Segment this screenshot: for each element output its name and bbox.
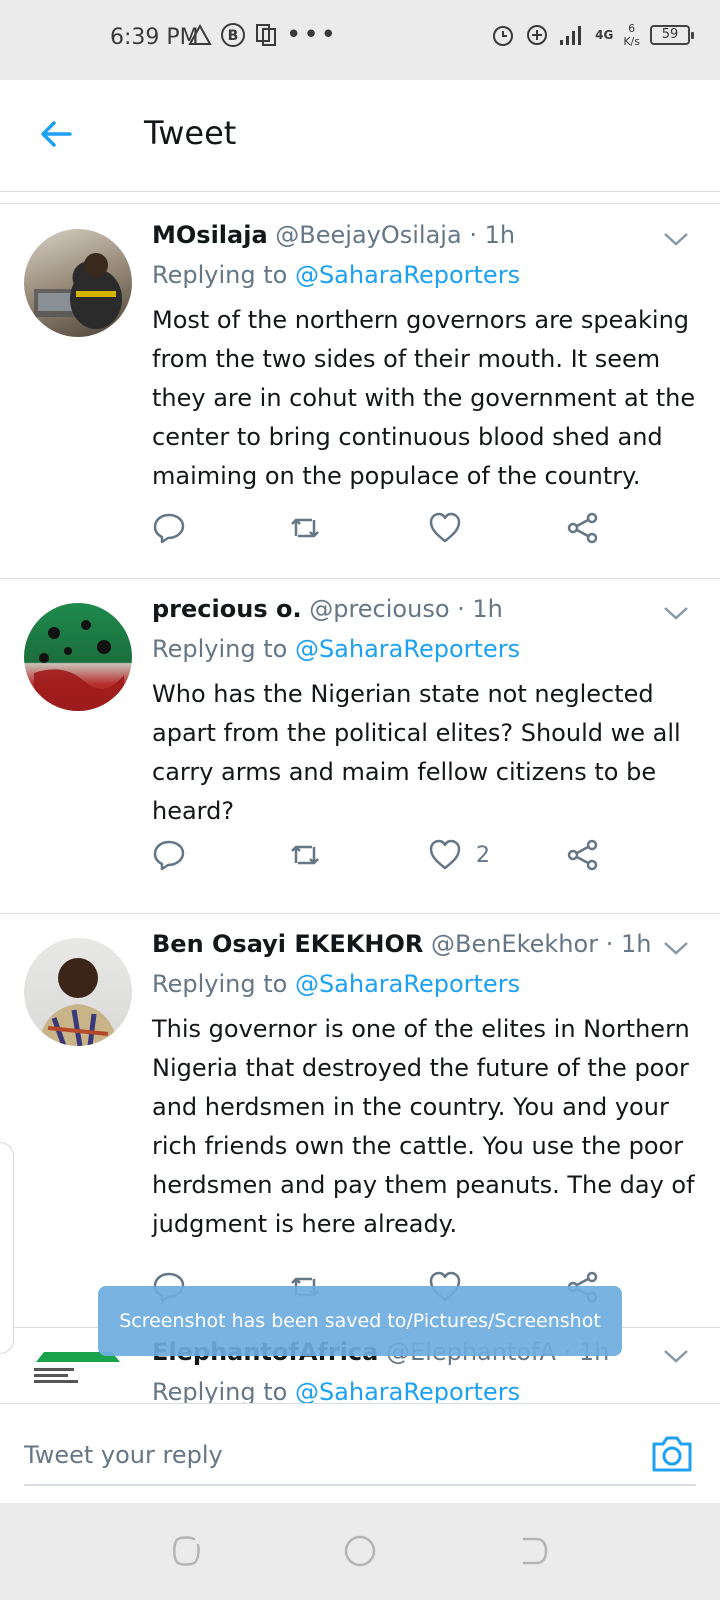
recent-apps-icon[interactable] <box>168 1533 204 1569</box>
like-button[interactable] <box>428 510 476 546</box>
replying-prefix: Replying to <box>152 635 295 663</box>
tweet-item[interactable]: precious o. @preciouso · 1h Replying to … <box>0 579 720 914</box>
like-count: 2 <box>476 842 490 868</box>
battery-icon: 59 <box>650 25 694 45</box>
author-name[interactable]: precious o. <box>152 595 302 623</box>
edge-panel-handle[interactable] <box>0 1142 14 1354</box>
tweet-item[interactable]: MOsilaja @BeejayOsilaja · 1h Replying to… <box>0 205 720 579</box>
replying-to: Replying to @SaharaReporters <box>152 970 520 998</box>
tweet-text: This governor is one of the elites in No… <box>152 1015 695 1238</box>
avatar[interactable] <box>24 1348 132 1403</box>
signal-icon <box>560 26 582 45</box>
reply-bar <box>0 1403 720 1503</box>
avatar-photo <box>34 1352 120 1383</box>
reply-icon <box>153 840 185 871</box>
replying-prefix: Replying to <box>152 970 295 998</box>
replying-to: Replying to @SaharaReporters <box>152 1378 520 1403</box>
retweet-icon <box>291 518 319 538</box>
avatar-photo <box>34 253 122 329</box>
chevron-down-icon[interactable] <box>662 229 690 249</box>
reply-button[interactable] <box>152 837 186 873</box>
network-speed: 6 K/s <box>623 22 640 48</box>
tweet-text: Who has the Nigerian state not neglected… <box>152 680 681 825</box>
share-button[interactable] <box>566 510 600 546</box>
tweet-time: · 1h <box>605 930 652 958</box>
screenshot-toast: Screenshot has been saved to/Pictures/Sc… <box>98 1286 622 1356</box>
tweet-author: MOsilaja @BeejayOsilaja · 1h <box>152 221 515 249</box>
mention-link[interactable]: @SaharaReporters <box>295 970 520 998</box>
more-dots-icon: ••• <box>286 20 339 50</box>
author-handle: @BenEkekhor <box>430 930 599 958</box>
header-divider <box>0 192 720 204</box>
replying-prefix: Replying to <box>152 1378 295 1403</box>
status-right-icons: 4G 6 K/s 59 <box>491 22 694 48</box>
b-circle-icon: B <box>221 23 245 47</box>
home-icon[interactable] <box>342 1533 378 1569</box>
sync-icon <box>256 24 276 46</box>
heart-icon <box>429 512 461 543</box>
author-name[interactable]: MOsilaja <box>152 221 268 249</box>
mention-link[interactable]: @SaharaReporters <box>295 635 520 663</box>
retweet-button[interactable] <box>288 837 322 873</box>
avatar[interactable] <box>24 603 132 711</box>
warning-triangle-icon <box>188 24 212 45</box>
alarm-icon <box>493 26 514 46</box>
replying-to: Replying to @SaharaReporters <box>152 261 520 289</box>
system-nav-bar <box>0 1503 720 1600</box>
tweet-text: Most of the northern governors are speak… <box>152 306 696 490</box>
avatar-photo <box>38 958 118 1046</box>
like-button[interactable]: 2 <box>428 837 490 873</box>
chevron-down-icon[interactable] <box>662 603 690 623</box>
avatar-photo <box>34 620 124 711</box>
status-bar: 6:39 PM B ••• 4G 6 K/s 59 <box>0 0 720 80</box>
arrow-left-icon[interactable] <box>36 114 76 154</box>
app-header: Tweet <box>0 80 720 192</box>
camera-icon[interactable] <box>650 1434 694 1474</box>
retweet-button[interactable] <box>288 510 322 546</box>
status-left-icons: B ••• <box>188 22 338 48</box>
tweet-time: · 1h <box>469 221 516 249</box>
avatar[interactable] <box>24 938 132 1046</box>
chevron-down-icon[interactable] <box>662 938 690 958</box>
network-speed-value: 6 <box>628 22 636 35</box>
share-button[interactable] <box>566 837 600 873</box>
status-time: 6:39 PM <box>110 25 199 50</box>
share-icon <box>567 512 598 544</box>
author-handle: @preciouso <box>309 595 450 623</box>
tweet-item[interactable]: Ben Osayi EKEKHOR @BenEkekhor · 1h Reply… <box>0 914 720 1328</box>
add-circle-icon <box>527 25 548 45</box>
author-handle: @BeejayOsilaja <box>275 221 462 249</box>
page-title: Tweet <box>144 114 237 152</box>
reply-button[interactable] <box>152 510 186 546</box>
mention-link[interactable]: @SaharaReporters <box>295 261 520 289</box>
network-speed-unit: K/s <box>623 35 640 48</box>
network-type-label: 4G <box>595 27 614 42</box>
retweet-icon <box>291 845 319 865</box>
replying-prefix: Replying to <box>152 261 295 289</box>
tweet-actions <box>152 510 622 546</box>
tweet-author: Ben Osayi EKEKHOR @BenEkekhor · 1h <box>152 930 651 958</box>
svg-text:B: B <box>228 28 239 44</box>
chevron-down-icon[interactable] <box>662 1346 690 1366</box>
heart-icon <box>429 839 461 870</box>
author-name[interactable]: Ben Osayi EKEKHOR <box>152 930 423 958</box>
avatar[interactable] <box>24 229 132 337</box>
tweet-time: · 1h <box>457 595 503 623</box>
reply-icon <box>153 513 185 544</box>
reply-input[interactable] <box>24 1426 696 1486</box>
replying-to: Replying to @SaharaReporters <box>152 635 520 663</box>
tweet-actions: 2 <box>152 837 622 873</box>
back-nav-icon[interactable] <box>516 1533 552 1569</box>
tweet-author: precious o. @preciouso · 1h <box>152 595 503 623</box>
share-icon <box>567 839 598 871</box>
mention-link[interactable]: @SaharaReporters <box>295 1378 520 1403</box>
